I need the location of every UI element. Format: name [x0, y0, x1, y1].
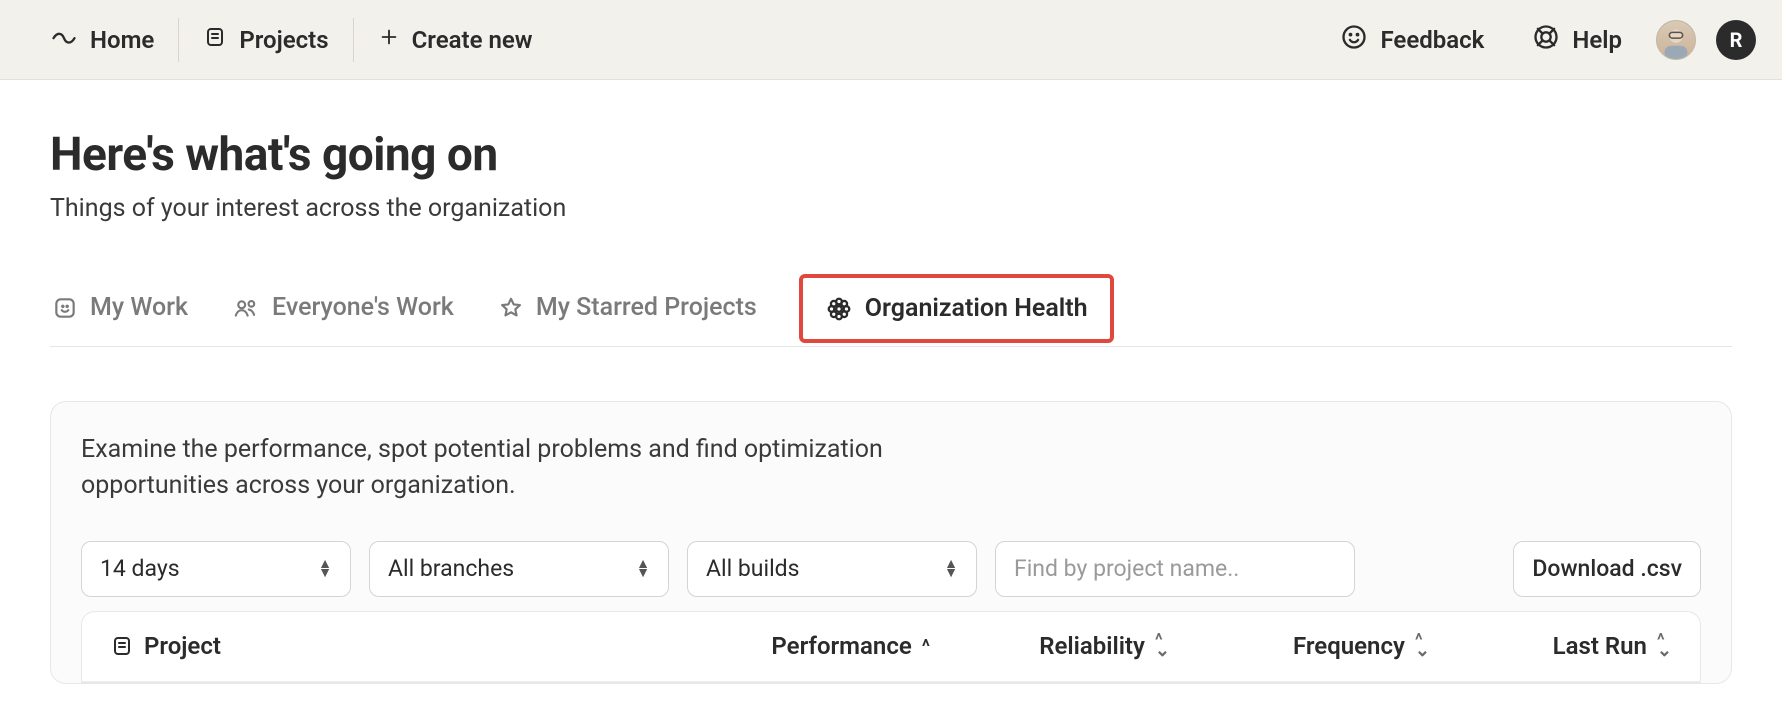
col-performance[interactable]: Performance ^ [630, 632, 930, 660]
tab-label: My Starred Projects [536, 293, 757, 322]
tabs-row: My Work Everyone's Work My Starred Proje… [50, 281, 1732, 347]
filters-row: 14 days ▲▼ All branches ▲▼ All builds ▲▼… [81, 541, 1701, 597]
nav-feedback[interactable]: Feedback [1326, 17, 1498, 63]
filter-builds-value: All builds [706, 555, 800, 582]
sort-icon: ^⌄ [1155, 636, 1170, 656]
tab-label: Organization Health [865, 294, 1088, 323]
tab-my-work[interactable]: My Work [50, 287, 190, 328]
col-performance-label: Performance [771, 632, 911, 660]
col-reliability-label: Reliability [1039, 632, 1145, 660]
org-health-panel: Examine the performance, spot potential … [50, 401, 1732, 684]
star-icon [498, 295, 524, 321]
projects-table: Project Performance ^ Reliability ^⌄ Fre… [81, 611, 1701, 683]
page-subtitle: Things of your interest across the organ… [50, 194, 1732, 223]
logo-icon [50, 23, 78, 57]
projects-icon [203, 25, 227, 55]
org-avatar-letter: R [1730, 28, 1743, 52]
sort-icon: ^⌄ [1415, 636, 1430, 656]
nav-right: Feedback Help R [1326, 17, 1756, 63]
filter-branches[interactable]: All branches ▲▼ [369, 541, 669, 597]
download-csv-button[interactable]: Download .csv [1513, 541, 1701, 597]
nav-create-label: Create new [412, 26, 533, 54]
smiley-icon [1340, 23, 1368, 57]
updown-icon: ▲▼ [944, 560, 958, 577]
tab-everyones-work[interactable]: Everyone's Work [230, 287, 456, 328]
panel-description: Examine the performance, spot potential … [81, 432, 981, 505]
updown-icon: ▲▼ [636, 560, 650, 577]
nav-feedback-label: Feedback [1380, 26, 1484, 54]
nav-projects-label: Projects [239, 26, 328, 54]
col-reliability[interactable]: Reliability ^⌄ [930, 632, 1170, 660]
nav-create-new[interactable]: Create new [354, 17, 557, 63]
tab-starred-projects[interactable]: My Starred Projects [496, 287, 759, 328]
top-navbar: Home Projects Create new Feedback [0, 0, 1782, 80]
col-last-run[interactable]: Last Run ^⌄ [1430, 632, 1672, 660]
nav-home[interactable]: Home [26, 17, 178, 63]
table-header-row: Project Performance ^ Reliability ^⌄ Fre… [82, 612, 1700, 682]
col-frequency[interactable]: Frequency ^⌄ [1170, 632, 1430, 660]
smiley-square-icon [52, 295, 78, 321]
plus-icon [378, 26, 400, 54]
col-project[interactable]: Project [110, 632, 630, 660]
lifebuoy-icon [1532, 23, 1560, 57]
sort-icon: ^⌄ [1657, 636, 1672, 656]
col-frequency-label: Frequency [1293, 632, 1405, 660]
search-project-input[interactable]: Find by project name.. [995, 541, 1355, 597]
filter-time-range-value: 14 days [100, 555, 180, 582]
tab-label: Everyone's Work [272, 293, 454, 322]
flower-icon [825, 295, 853, 323]
download-csv-label: Download .csv [1532, 555, 1682, 582]
filter-time-range[interactable]: 14 days ▲▼ [81, 541, 351, 597]
sort-asc-icon: ^ [922, 635, 930, 658]
users-icon [232, 295, 260, 321]
col-last-run-label: Last Run [1553, 632, 1647, 660]
nav-projects[interactable]: Projects [179, 17, 352, 63]
tab-label: My Work [90, 293, 188, 322]
nav-help-label: Help [1572, 26, 1622, 54]
updown-icon: ▲▼ [318, 560, 332, 577]
org-avatar[interactable]: R [1716, 20, 1756, 60]
filter-builds[interactable]: All builds ▲▼ [687, 541, 977, 597]
filter-branches-value: All branches [388, 555, 514, 582]
nav-help[interactable]: Help [1518, 17, 1636, 63]
user-avatar[interactable] [1656, 20, 1696, 60]
page-title: Here's what's going on [50, 128, 1732, 182]
tab-organization-health[interactable]: Organization Health [799, 274, 1114, 343]
search-placeholder: Find by project name.. [1014, 555, 1239, 582]
projects-icon [110, 634, 134, 658]
nav-home-label: Home [90, 26, 154, 54]
nav-left: Home Projects Create new [26, 17, 556, 63]
col-project-label: Project [144, 632, 221, 660]
